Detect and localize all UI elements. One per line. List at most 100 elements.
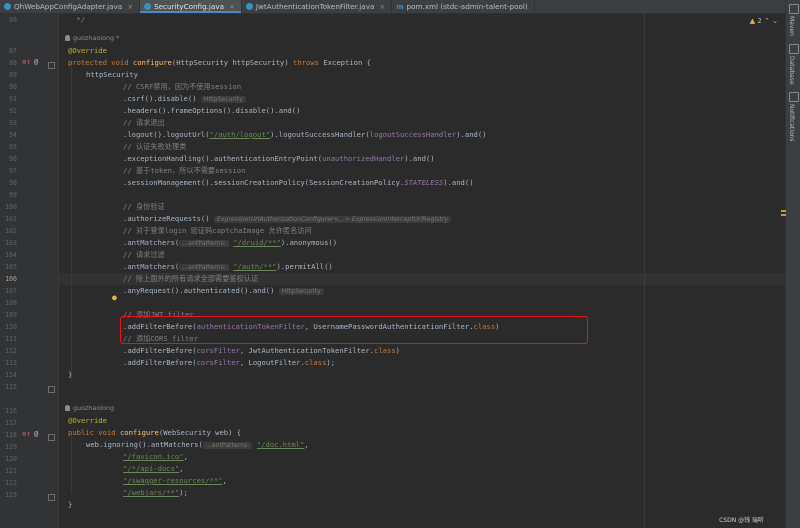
code-text: httpSecurity [86,70,138,79]
code-text: , [183,452,188,461]
code-line: // 请求退出 [123,117,165,129]
code-line: .addFilterBefore(corsFilter, JwtAuthenti… [123,345,400,357]
close-icon[interactable]: × [379,3,385,11]
code-text: .antMatchers( [123,238,180,247]
keyword-text: class [374,346,396,355]
line-number: 88 [9,59,17,67]
watermark: CSDN @钱 瑞听 [719,517,764,524]
type-hint: HttpSecurity [278,288,324,295]
line-number: 94 [9,131,17,139]
code-line: .headers().frameOptions().disable().and(… [123,105,300,117]
close-icon[interactable]: × [229,3,235,11]
code-text: ); [326,358,336,367]
highlight-annotation-box [120,316,588,344]
tab-jwtauthenticationtokenfilter[interactable]: JwtAuthenticationTokenFilter.java × [242,0,393,13]
fold-marker-icon[interactable] [48,386,55,393]
field-name: corsFilter [196,346,240,355]
code-line: // 对于登录login 验证码captchaImage 允许匿名访问 [123,225,312,237]
comment-text: // 请求退出 [123,118,165,127]
warning-stripe-marker[interactable] [781,214,786,216]
code-line: "/*/api-docs", [123,463,184,475]
parameter-hint: ...antPatterns: [202,442,253,449]
line-number: 116 [5,407,17,415]
warning-triangle-icon: ▲ [749,17,756,25]
author-name: guozhaolong [73,404,115,412]
maven-icon[interactable] [789,4,799,14]
indent-guide [71,434,72,494]
inspection-widget[interactable]: ▲ 2 ⌃ ⌄ [750,17,778,25]
code-text: .authorizeRequests() [123,214,210,223]
code-text: .exceptionHandling().authenticationEntry… [123,154,323,163]
annotation-icon[interactable]: @ [34,430,38,438]
line-number: 119 [5,443,17,451]
string-literal: "/doc.html" [256,440,305,449]
line-number: 102 [5,227,17,235]
tab-pom-xml[interactable]: m pom.xml (stdc-admin-talent-pool) [392,0,535,13]
line-number: 86 [9,16,17,24]
warning-count: 2 [757,17,762,25]
notifications-icon[interactable] [789,92,799,102]
override-method-icon[interactable]: ⊙↑ [22,430,30,438]
string-literal: "/swagger-resources/**" [123,476,223,485]
code-line: // 身份验证 [123,201,165,213]
indent-guide [71,62,72,382]
right-tool-window-strip: Maven Database Notifications [785,0,800,528]
line-number: 117 [5,419,17,427]
line-number: 118 [5,431,17,439]
code-text: web.ignoring().antMatchers( [86,440,203,449]
comment-text: // 除上面外的所有请求全部需要鉴权认证 [123,274,259,283]
keyword-text: public void [68,428,120,437]
keyword-text: throws [293,58,324,67]
line-number: 89 [9,71,17,79]
tab-label: pom.xml (stdc-admin-talent-pool) [406,2,528,11]
comment-text: // 身份验证 [123,202,165,211]
code-line: */ [59,14,85,26]
method-name: configure [132,58,172,67]
annotation-icon[interactable]: @ [34,58,38,66]
chevron-down-icon[interactable]: ⌄ [772,17,778,25]
lightbulb-icon[interactable]: ● [112,293,117,302]
code-text: ).and() [404,154,435,163]
code-line: // 基于token，所以不需要session [123,165,245,177]
tab-securityconfig[interactable]: SecurityConfig.java × [140,0,242,13]
line-number: 103 [5,239,17,247]
code-text: , [179,464,184,473]
method-name: configure [119,428,159,437]
fold-marker-icon[interactable] [48,434,55,441]
code-line: .antMatchers(...antPatterns: "/auth/**")… [123,261,333,273]
line-number: 109 [5,311,17,319]
code-line: } [68,499,72,511]
code-text: ).permitAll() [276,262,333,271]
code-text: } [68,370,73,379]
line-number: 123 [5,491,17,499]
close-icon[interactable]: × [127,3,133,11]
line-number: 99 [9,191,17,199]
fold-marker-icon[interactable] [48,62,55,69]
database-icon[interactable] [789,44,799,54]
code-text: Exception { [323,58,371,67]
ide-window: QhWebAppConfigAdapter.java × SecurityCon… [0,0,800,528]
right-margin-guide [644,14,645,528]
code-text: ) [395,346,400,355]
tool-maven[interactable]: Maven [788,16,795,36]
line-number: 110 [5,323,17,331]
line-number: 96 [9,155,17,163]
parameter-hint: ...antPatterns: [179,240,229,247]
fold-marker-icon[interactable] [48,494,55,501]
type-hint: ExpressionUrlAuthorizationConfigurer<...… [213,216,452,223]
line-number-current: 106 [5,275,17,283]
field-name: corsFilter [196,358,240,367]
override-method-icon[interactable]: ⊙↑ [22,58,30,66]
tool-database[interactable]: Database [788,56,795,85]
code-line: public void configure(WebSecurity web) { [68,427,241,439]
line-number: 107 [5,287,17,295]
code-text: .addFilterBefore( [123,358,197,367]
constant-name: STATELESS [404,178,444,187]
chevron-up-icon[interactable]: ⌃ [764,17,770,25]
code-text: .antMatchers( [123,262,180,271]
code-editor[interactable]: */ guozhaolong * @Override protected voi… [59,14,786,528]
code-line: "/favicon.ico", [123,451,188,463]
warning-stripe-marker[interactable] [781,210,786,212]
tool-notifications[interactable]: Notifications [788,104,795,142]
tab-qhwebappconfigadapter[interactable]: QhWebAppConfigAdapter.java × [0,0,141,13]
